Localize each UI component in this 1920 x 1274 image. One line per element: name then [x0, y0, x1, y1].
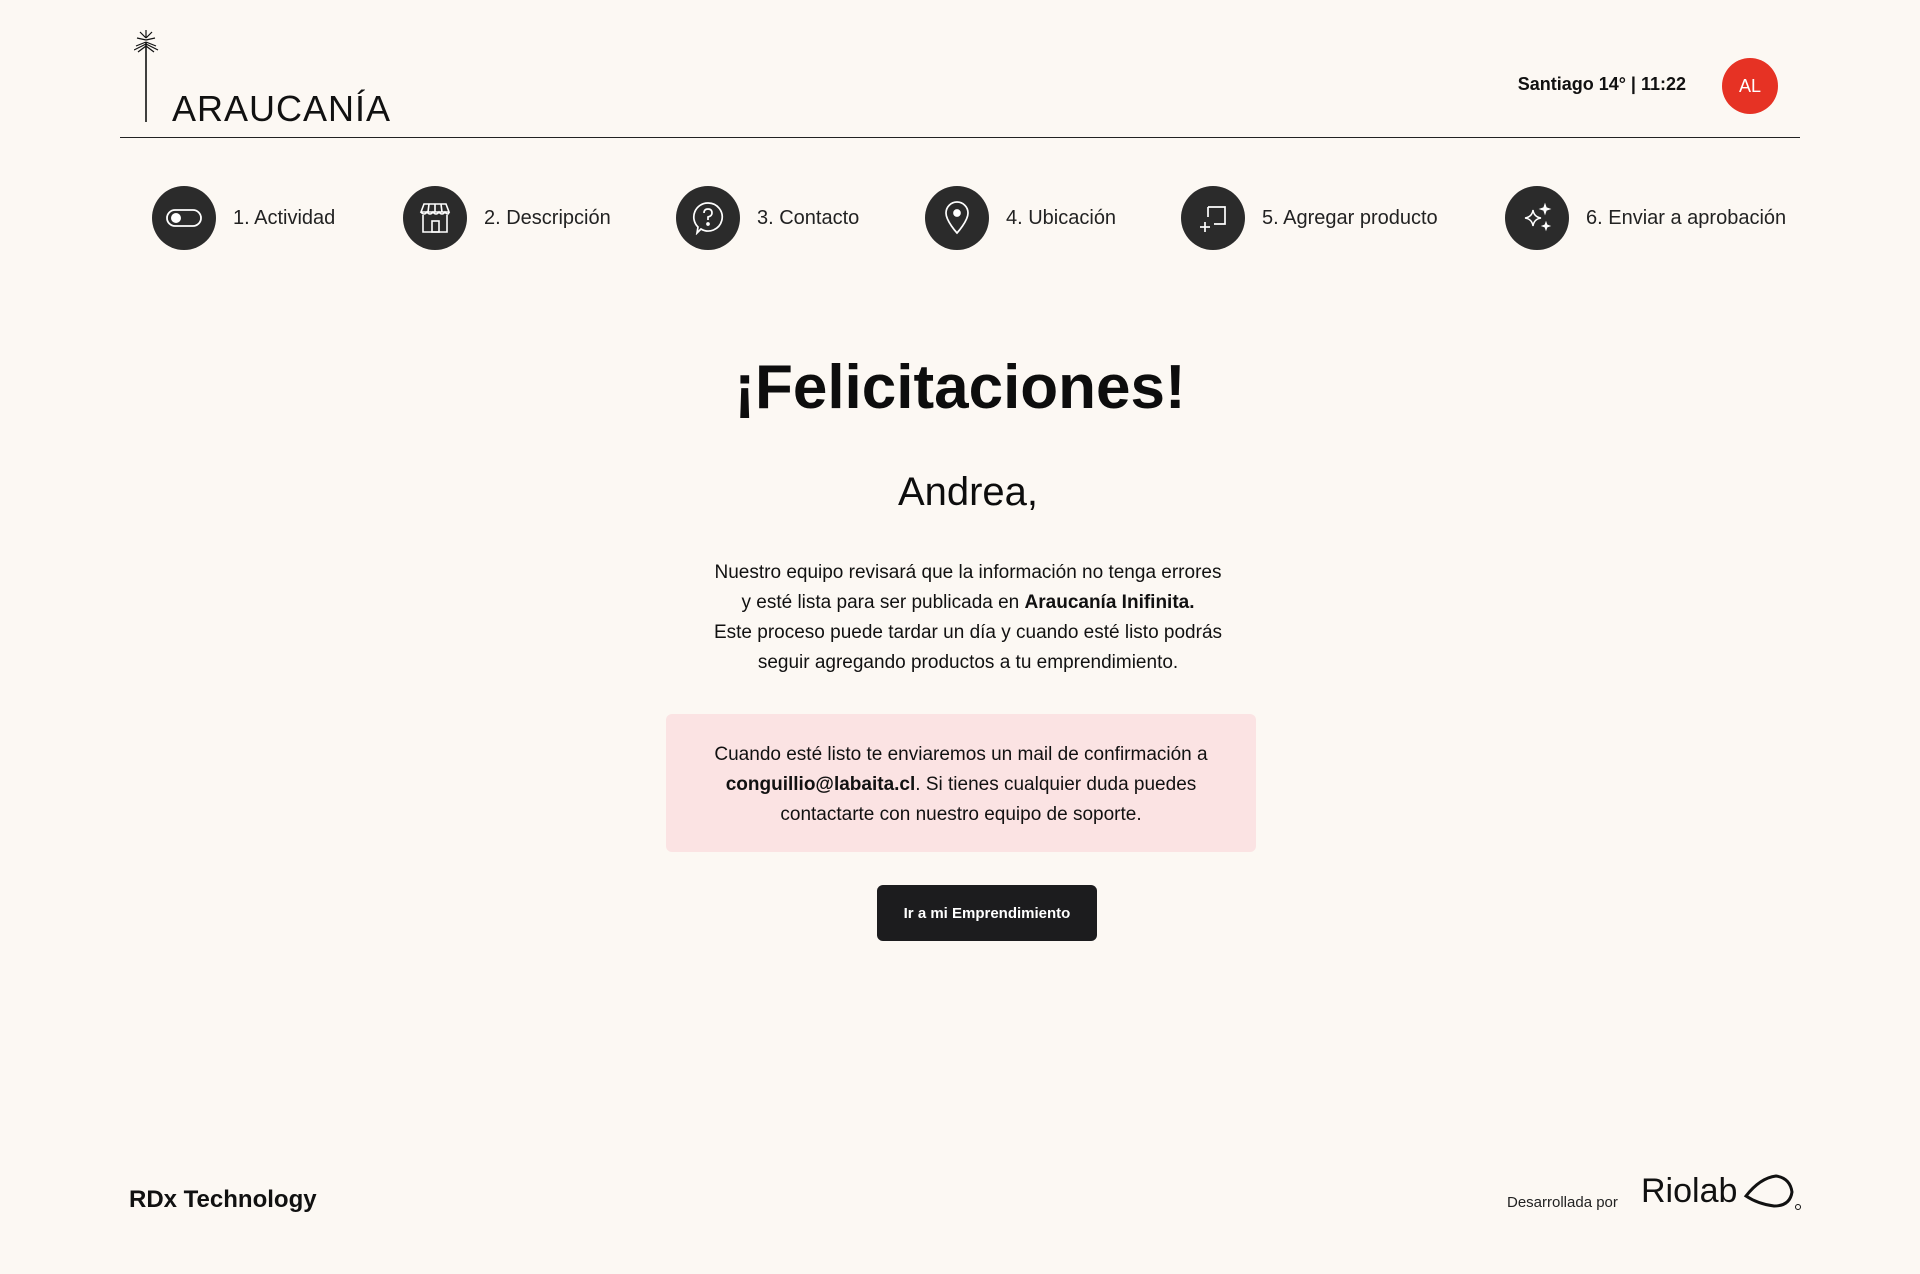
page: ARAUCANÍA Santiago 14° | 11:22 AL 1. Act…	[0, 0, 1920, 1274]
platform-name: Araucanía Inifinita.	[1024, 592, 1195, 613]
notice-line: contactarte con nuestro equipo de soport…	[780, 804, 1142, 825]
step-ubicacion[interactable]: 4. Ubicación	[925, 186, 1116, 250]
notice-line: conguillio@labaita.cl. Si tienes cualqui…	[666, 770, 1256, 800]
step-label: 6. Enviar a aprobación	[1586, 206, 1787, 229]
step-agregar-producto[interactable]: 5. Agregar producto	[1181, 186, 1438, 250]
message-line: Este proceso puede tardar un día y cuand…	[713, 622, 1223, 643]
step-label: 3. Contacto	[757, 206, 860, 229]
weather-time: Santiago 14° | 11:22	[1517, 74, 1686, 94]
map-pin-icon	[925, 186, 989, 250]
message-line: y esté lista para ser publicada en Arauc…	[0, 588, 1920, 618]
page-title: ¡Felicitaciones!	[734, 353, 1186, 422]
notice-text: . Si tienes cualquier duda puedes	[915, 774, 1197, 795]
riolab-logo[interactable]: Riolab	[1641, 1172, 1737, 1211]
go-to-business-button[interactable]: Ir a mi Emprendimiento	[877, 885, 1097, 941]
add-product-icon	[1181, 186, 1245, 250]
footer-developed-by: Desarrollada por	[1507, 1194, 1618, 1211]
toggle-icon	[152, 186, 216, 250]
storefront-icon	[403, 186, 467, 250]
sparkles-icon	[1505, 186, 1569, 250]
riolab-drop-icon	[1743, 1174, 1801, 1210]
message-text: y esté lista para ser publicada en	[741, 592, 1025, 613]
confirmation-message: Nuestro equipo revisará que la informaci…	[0, 558, 1920, 678]
greeting: Andrea,	[897, 470, 1039, 514]
header: ARAUCANÍA Santiago 14° | 11:22 AL	[120, 0, 1800, 138]
step-descripcion[interactable]: 2. Descripción	[403, 186, 611, 250]
notice-email: conguillio@labaita.cl	[725, 774, 916, 795]
step-contacto[interactable]: 3. Contacto	[676, 186, 859, 250]
araucaria-tree-icon	[134, 30, 159, 122]
message-line: seguir agregando productos a tu emprendi…	[757, 652, 1179, 673]
progress-steps: 1. Actividad 2. Descripción 3. Contacto …	[152, 186, 1792, 250]
logo-wordmark: ARAUCANÍA	[172, 88, 392, 129]
user-avatar[interactable]: AL	[1722, 58, 1778, 114]
notice-line: Cuando esté listo te enviaremos un mail …	[714, 744, 1208, 765]
footer-company: RDx Technology	[129, 1186, 317, 1213]
email-notice-box: Cuando esté listo te enviaremos un mail …	[666, 714, 1256, 852]
question-bubble-icon	[676, 186, 740, 250]
step-label: 5. Agregar producto	[1262, 206, 1438, 229]
step-label: 4. Ubicación	[1006, 206, 1117, 229]
araucania-logo[interactable]: ARAUCANÍA	[134, 28, 390, 129]
step-label: 2. Descripción	[484, 206, 611, 229]
step-label: 1. Actividad	[233, 206, 336, 229]
step-actividad[interactable]: 1. Actividad	[152, 186, 335, 250]
message-line: Nuestro equipo revisará que la informaci…	[714, 562, 1222, 583]
step-enviar-aprobacion[interactable]: 6. Enviar a aprobación	[1505, 186, 1786, 250]
